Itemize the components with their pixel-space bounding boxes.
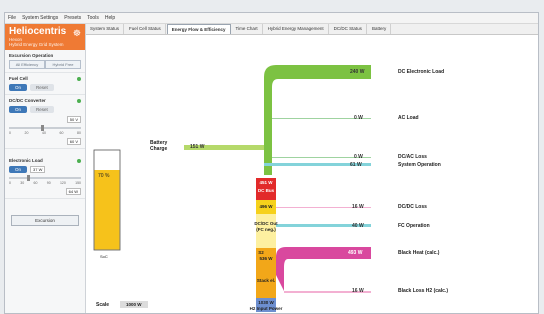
- excursion-mode-section: Excursion Operation All Efficiency Hybri…: [5, 50, 85, 73]
- dc-load-label: DC Electronic Load: [398, 69, 445, 75]
- tab-time-chart[interactable]: Time Chart: [231, 24, 263, 34]
- logo-mark-icon: ☸: [72, 28, 81, 38]
- menu-tools[interactable]: Tools: [87, 15, 99, 21]
- scale-value: 1000 W: [120, 301, 148, 308]
- tab-battery[interactable]: Battery: [367, 24, 392, 34]
- fuel-cell-label: Fuel Cell: [9, 76, 28, 81]
- dcdc-label: DC/DC Converter: [9, 98, 46, 103]
- ac-load-label: AC Load: [398, 115, 419, 121]
- battery-charge-value: 151 W: [190, 144, 205, 150]
- tab-bar: System Status Fuel Cell Status Energy Fl…: [86, 24, 538, 35]
- dcdc-loss-label: DC/DC Loss: [398, 204, 427, 210]
- fuel-cell-section: Fuel Cell On Reset: [5, 73, 85, 95]
- black-heat-value: 493 W: [348, 250, 363, 256]
- excursion-button[interactable]: Excursion: [11, 215, 79, 226]
- fuel-cell-on-button[interactable]: On: [9, 84, 28, 91]
- logo-name: Heliocentris: [9, 26, 67, 37]
- ac-load-value: 0 W: [354, 115, 363, 121]
- tab-system-status[interactable]: System Status: [86, 24, 125, 34]
- fc-operation-label: FC Operation: [398, 223, 430, 229]
- logo-tag2: Hybrid Energy Grid System: [9, 42, 64, 47]
- tab-dcdc-status[interactable]: DC/DC Status: [329, 24, 367, 34]
- load-slider[interactable]: [9, 175, 81, 181]
- tab-hybrid-energy[interactable]: Hybrid Energy Management: [263, 24, 329, 34]
- dcdc-ticks: 0 20 40 60 80: [9, 131, 81, 135]
- energy-flow-diagram: 70 % SoC Battery Charge 151 W 240 W DC E…: [86, 35, 538, 313]
- dcdc-slider-knob[interactable]: [41, 125, 45, 131]
- dc-bus-label: DC Bus: [257, 188, 275, 193]
- battery-label: SoC: [100, 254, 108, 259]
- dcdc-voltage-field[interactable]: 50 V: [66, 116, 81, 123]
- sankey-svg: [93, 65, 371, 312]
- scale-label: Scale: [96, 302, 110, 308]
- dcac-loss-value: 0 W: [354, 154, 363, 160]
- excursion-button-label: Excursion: [35, 218, 55, 223]
- fc-operation-value: 40 W: [352, 223, 364, 229]
- tab-energy-flow[interactable]: Energy Flow & Efficiency: [166, 24, 231, 34]
- dcdc-section: DC/DC Converter On Reset 50 V 0 20 40 60 80 …: [5, 95, 85, 149]
- load-on-button[interactable]: On: [9, 166, 28, 173]
- menu-system-settings[interactable]: System Settings: [22, 15, 58, 21]
- dcdc-in-value: 496 W: [259, 204, 273, 209]
- dcdc-status-icon: [77, 98, 81, 103]
- load-status-icon: [77, 158, 81, 163]
- sidebar: Heliocentris Hexon Hybrid Energy Grid Sy…: [5, 24, 86, 313]
- load-value-field[interactable]: 37 W: [30, 166, 46, 173]
- app-window: File System Settings Presets Tools Help …: [4, 12, 539, 314]
- dcdc-reset-button[interactable]: Reset: [30, 106, 54, 113]
- mode-selector: All Efficiency Hybrid Free: [9, 60, 81, 69]
- fuel-cell-reset-button[interactable]: Reset: [30, 84, 54, 91]
- system-operation-value: 61 W: [350, 162, 362, 168]
- menu-help[interactable]: Help: [105, 15, 115, 21]
- battery-percent: 70 %: [98, 173, 110, 179]
- menu-bar: File System Settings Presets Tools Help: [5, 13, 538, 24]
- fuel-cell-status-icon: [77, 76, 81, 81]
- h2-value: 1030 W: [258, 300, 274, 305]
- mode-hybrid-free[interactable]: Hybrid Free: [45, 60, 81, 69]
- s2-label: S2: [258, 250, 264, 255]
- excursion-title: Excursion Operation: [9, 53, 54, 58]
- mode-all-efficiency[interactable]: All Efficiency: [9, 60, 45, 69]
- dc-load-value: 240 W: [350, 69, 365, 75]
- logo: Heliocentris Hexon Hybrid Energy Grid Sy…: [5, 24, 85, 50]
- dcdc-on-button[interactable]: On: [9, 106, 28, 113]
- load-ticks: 0 30 60 90 120 150: [9, 181, 81, 185]
- stack-el-label: Stack el.: [256, 278, 276, 283]
- dcac-loss-label: DC/AC Loss: [398, 154, 427, 160]
- load-label: Electronic Load: [9, 158, 43, 163]
- black-heat-label: Black Heat (calc.): [398, 250, 440, 256]
- system-operation-label: System Operation: [398, 162, 441, 168]
- tab-fuel-cell-status[interactable]: Fuel Cell Status: [125, 24, 166, 34]
- h2-label: H2 Input Power: [249, 306, 283, 311]
- load-value-field-2[interactable]: 64 W: [65, 188, 81, 195]
- load-section: Electronic Load On 37 W 0 30 60 90 120 150 64…: [5, 155, 85, 199]
- battery-fill: [94, 170, 120, 250]
- dcdc-slider[interactable]: [9, 125, 81, 131]
- dcdc-out-label: DC/DC Out (FC neg.): [254, 221, 278, 232]
- dcdc-loss-value: 16 W: [352, 204, 364, 210]
- black-loss-h2-label: Black Loss H2 (calc.): [398, 288, 449, 294]
- stack-value: 536 W: [259, 256, 273, 261]
- dc-bus-value: 451 W: [259, 180, 273, 185]
- menu-file[interactable]: File: [8, 15, 16, 21]
- load-slider-knob[interactable]: [27, 175, 30, 181]
- dcdc-voltage-field-2[interactable]: 60 V: [66, 138, 81, 145]
- black-loss-h2-value: 16 W: [352, 288, 364, 294]
- battery-charge-label: Battery Charge: [150, 140, 168, 152]
- menu-presets[interactable]: Presets: [64, 15, 81, 21]
